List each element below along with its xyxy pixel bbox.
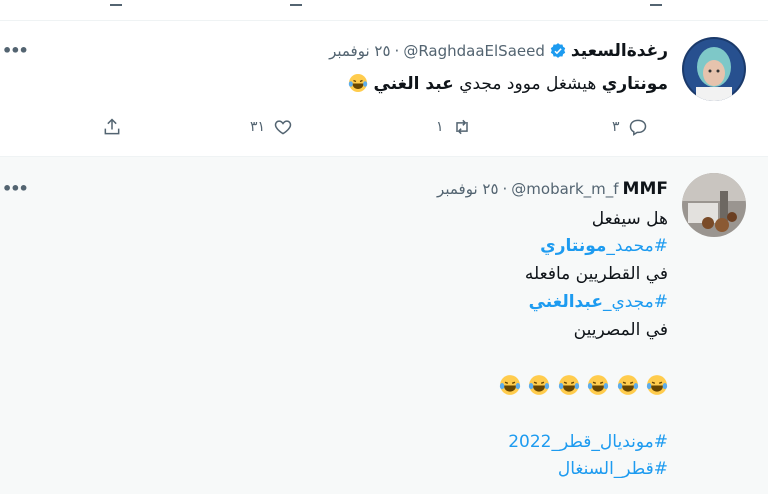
hashtag-link[interactable]: #مونديال_قطر_2022 xyxy=(508,432,668,452)
timestamp[interactable]: ٢٥ نوفمبر xyxy=(437,180,498,198)
emoji-row xyxy=(497,374,668,397)
separator-dot: · xyxy=(394,42,400,60)
retweet-icon xyxy=(455,119,468,135)
tweet[interactable]: رغدةالسعيد @RaghdaaElSaeed · ٢٥ نوفمبر •… xyxy=(0,21,768,156)
tweet-text-bold-name: مونتاري xyxy=(601,74,668,94)
display-name[interactable]: MMF xyxy=(623,179,668,199)
reply-icon xyxy=(629,119,646,136)
hashtag-prefix: #محمد_ xyxy=(606,236,668,256)
hashtag-bold: مونتاري xyxy=(540,236,607,256)
avatar[interactable] xyxy=(682,37,746,101)
tweet-text-line: في المصريين xyxy=(573,320,668,340)
tweet-header: MMF @mobark_m_f · ٢٥ نوفمبر xyxy=(437,179,668,199)
hashtag-link[interactable]: #محمد_مونتاري xyxy=(540,236,668,256)
laughing-tears-emoji-icon xyxy=(588,375,609,395)
tweet[interactable]: MMF @mobark_m_f · ٢٥ نوفمبر ••• هل سيفعل… xyxy=(0,157,768,494)
reply-button[interactable]: ٣ xyxy=(612,117,648,137)
hashtag-link[interactable]: #مجدي_عبدالغني xyxy=(529,292,668,312)
avatar[interactable] xyxy=(682,173,746,237)
hashtag-link[interactable]: #قطر_السنغال xyxy=(558,459,668,479)
reply-count: ٣ xyxy=(612,119,620,135)
timestamp[interactable]: ٢٥ نوفمبر xyxy=(329,42,390,60)
tweet-text-bold-name: عبد الغني xyxy=(373,74,454,94)
share-icon xyxy=(104,118,120,135)
previous-tweet-actions-strip xyxy=(0,0,768,20)
tweet-text-line: في القطريين مافعله xyxy=(524,264,668,284)
hashtag-bold: عبدالغني xyxy=(528,292,603,312)
user-handle[interactable]: @mobark_m_f xyxy=(511,180,618,198)
laughing-tears-emoji-icon xyxy=(617,375,638,395)
tweet-text: مونتاري هيشغل موود مجدي عبد الغني xyxy=(346,73,668,94)
user-handle[interactable]: @RaghdaaElSaeed xyxy=(403,42,545,60)
laughing-tears-emoji-icon xyxy=(499,375,521,395)
retweet-count: ١ xyxy=(436,119,444,135)
more-options-icon[interactable]: ••• xyxy=(2,41,29,60)
share-icon-partial[interactable] xyxy=(110,0,122,6)
tweet-text-line: هل سيفعل xyxy=(591,209,668,229)
tweet-actions: ٣ ١ ٣١ xyxy=(0,117,768,141)
share-button[interactable] xyxy=(102,117,122,137)
separator-dot: · xyxy=(502,180,508,198)
reply-icon-partial[interactable] xyxy=(650,0,662,6)
laughing-tears-emoji-icon xyxy=(558,375,579,395)
laughing-tears-emoji-icon xyxy=(646,375,668,395)
like-icon-partial[interactable] xyxy=(290,0,302,6)
laughing-tears-emoji-icon xyxy=(529,375,550,395)
tweet-text-body: هيشغل موود مجدي xyxy=(453,74,602,94)
tweet-header: رغدةالسعيد @RaghdaaElSaeed · ٢٥ نوفمبر xyxy=(329,41,668,61)
heart-icon xyxy=(274,120,292,135)
more-options-icon[interactable]: ••• xyxy=(2,179,29,198)
display-name[interactable]: رغدةالسعيد xyxy=(571,41,668,61)
retweet-button[interactable]: ١ xyxy=(436,117,472,137)
verified-badge-icon xyxy=(550,43,566,58)
like-button[interactable]: ٣١ xyxy=(250,117,293,137)
laughing-tears-emoji-icon xyxy=(348,74,368,92)
hashtag-prefix: #مجدي_ xyxy=(602,292,668,312)
like-count: ٣١ xyxy=(250,119,266,135)
